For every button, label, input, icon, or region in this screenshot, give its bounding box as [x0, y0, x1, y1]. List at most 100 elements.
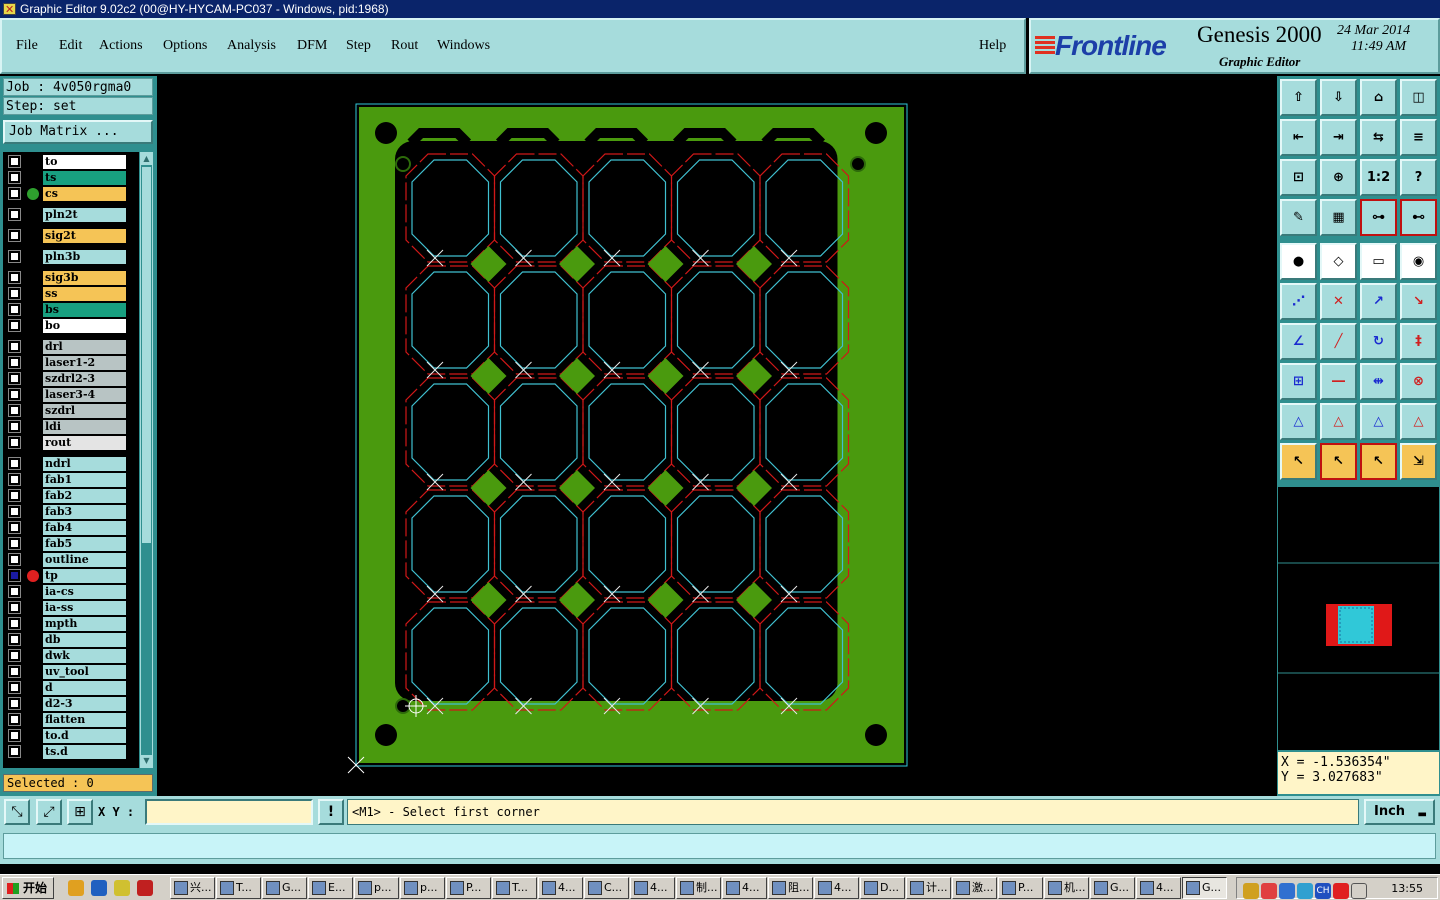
layer-row[interactable]: ldi [6, 420, 126, 434]
taskbar-button[interactable]: 机... [1044, 877, 1089, 899]
layer-name[interactable]: ldi [43, 420, 126, 434]
taskbar-button[interactable]: 计... [906, 877, 951, 899]
language-icon[interactable]: CH [1315, 883, 1331, 899]
layer-checkbox[interactable] [8, 319, 21, 332]
taskbar-button[interactable]: 4... [814, 877, 859, 899]
taskbar-button[interactable]: 制... [676, 877, 721, 899]
layer-row[interactable]: fab1 [6, 473, 126, 487]
delete-icon[interactable]: ✕ [1320, 283, 1357, 320]
layer-name[interactable]: fab4 [43, 521, 126, 535]
menu-actions[interactable]: Actions [99, 38, 143, 54]
menu-dfm[interactable]: DFM [297, 38, 327, 54]
overview-map[interactable] [1278, 486, 1439, 750]
alert-icon[interactable]: ! [318, 799, 344, 825]
zoom-out-icon[interactable]: ⇤ [1280, 119, 1317, 156]
layer-row[interactable]: d2-3 [6, 697, 126, 711]
layer-checkbox[interactable] [8, 250, 21, 263]
start-button[interactable]: 开始 [2, 877, 54, 899]
zoom-area-icon[interactable]: ⤡ [4, 799, 30, 825]
layer-row[interactable]: ia-ss [6, 601, 126, 615]
select-box-icon[interactable]: ↖ [1320, 443, 1357, 480]
layer-checkbox[interactable] [8, 356, 21, 369]
layer-row[interactable]: d [6, 681, 126, 695]
layer-checkbox[interactable] [8, 229, 21, 242]
layer-name[interactable]: fab3 [43, 505, 126, 519]
layer-checkbox[interactable] [8, 713, 21, 726]
layer-row[interactable]: flatten [6, 713, 126, 727]
layer-checkbox[interactable] [8, 436, 21, 449]
layer-row[interactable]: fab5 [6, 537, 126, 551]
layer-name[interactable]: tp [43, 569, 126, 583]
taskbar-button[interactable]: 4... [1136, 877, 1181, 899]
layer-name[interactable]: laser3-4 [43, 388, 126, 402]
xy-input[interactable] [145, 799, 313, 825]
taskbar-button[interactable]: 阻... [768, 877, 813, 899]
snap-icon[interactable]: ⊶ [1360, 199, 1397, 236]
input-method-icon[interactable] [1333, 883, 1349, 899]
home-icon[interactable]: ⌂ [1360, 79, 1397, 116]
shape-icon[interactable]: ⊗ [1400, 363, 1437, 400]
layer-checkbox[interactable] [8, 271, 21, 284]
triangle2-icon[interactable]: △ [1320, 403, 1357, 440]
layer-row[interactable]: laser3-4 [6, 388, 126, 402]
layer-name[interactable]: cs [43, 187, 126, 201]
layer-checkbox[interactable] [8, 187, 21, 200]
taskbar-button[interactable]: P... [446, 877, 491, 899]
grid-snap-icon[interactable]: ⊞ [67, 799, 93, 825]
pcb-board-view[interactable] [157, 76, 1277, 796]
layer-row[interactable]: sig3b [6, 271, 126, 285]
layer-name[interactable]: rout [43, 436, 126, 450]
quick-launch-icon[interactable] [114, 880, 130, 896]
layer-checkbox[interactable] [8, 569, 21, 582]
layer-checkbox[interactable] [8, 388, 21, 401]
dimension-icon[interactable]: ⇹ [1360, 363, 1397, 400]
layer-name[interactable]: ts.d [43, 745, 126, 759]
layer-checkbox[interactable] [8, 697, 21, 710]
layer-name[interactable]: fab5 [43, 537, 126, 551]
taskbar-button[interactable]: 4... [538, 877, 583, 899]
taskbar-button[interactable]: 4... [630, 877, 675, 899]
ratio-icon[interactable]: 1:2 [1360, 159, 1397, 196]
layer-name[interactable]: uv_tool [43, 665, 126, 679]
help-icon[interactable]: ? [1400, 159, 1437, 196]
triangle3-icon[interactable]: △ [1360, 403, 1397, 440]
taskbar-button[interactable]: D... [860, 877, 905, 899]
menu-file[interactable]: File [16, 38, 38, 54]
layer-checkbox[interactable] [8, 505, 21, 518]
layer-name[interactable]: fab2 [43, 489, 126, 503]
zoom-snap-icon[interactable]: ⤢ [36, 799, 62, 825]
layer-name[interactable]: to [43, 155, 126, 169]
zoom-fit-icon[interactable]: ⇩ [1320, 79, 1357, 116]
layer-row[interactable]: ss [6, 287, 126, 301]
layer-name[interactable]: ss [43, 287, 126, 301]
layer-checkbox[interactable] [8, 372, 21, 385]
zoom-in-icon[interactable]: ⇥ [1320, 119, 1357, 156]
layer-row[interactable]: fab4 [6, 521, 126, 535]
arc-icon[interactable]: ↻ [1360, 323, 1397, 360]
split-view-icon[interactable]: ◫ [1400, 79, 1437, 116]
job-matrix-button[interactable]: Job Matrix ... [3, 120, 153, 144]
copy-icon[interactable]: ↘ [1400, 283, 1437, 320]
grid-icon[interactable]: ▦ [1320, 199, 1357, 236]
menu-windows[interactable]: Windows [437, 38, 490, 54]
menu-analysis[interactable]: Analysis [227, 38, 276, 54]
layer-checkbox[interactable] [8, 340, 21, 353]
layer-row[interactable]: ts.d [6, 745, 126, 759]
layer-name[interactable]: laser1-2 [43, 356, 126, 370]
layer-row[interactable]: db [6, 633, 126, 647]
layer-checkbox[interactable] [8, 665, 21, 678]
menu-options[interactable]: Options [163, 38, 207, 54]
text-icon[interactable]: ‡ [1400, 323, 1437, 360]
layer-row[interactable]: bo [6, 319, 126, 333]
taskbar-button[interactable]: G... [1182, 877, 1227, 899]
layer-name[interactable]: d2-3 [43, 697, 126, 711]
taskbar-button[interactable]: p... [400, 877, 445, 899]
zoom-home-icon[interactable]: ⇧ [1280, 79, 1317, 116]
layer-checkbox[interactable] [8, 404, 21, 417]
layer-name[interactable]: outline [43, 553, 126, 567]
layer-checkbox[interactable] [8, 303, 21, 316]
layer-row[interactable]: sig2t [6, 229, 126, 243]
taskbar-button[interactable]: G... [262, 877, 307, 899]
transform-icon[interactable]: ⊞ [1280, 363, 1317, 400]
layer-row[interactable]: to.d [6, 729, 126, 743]
